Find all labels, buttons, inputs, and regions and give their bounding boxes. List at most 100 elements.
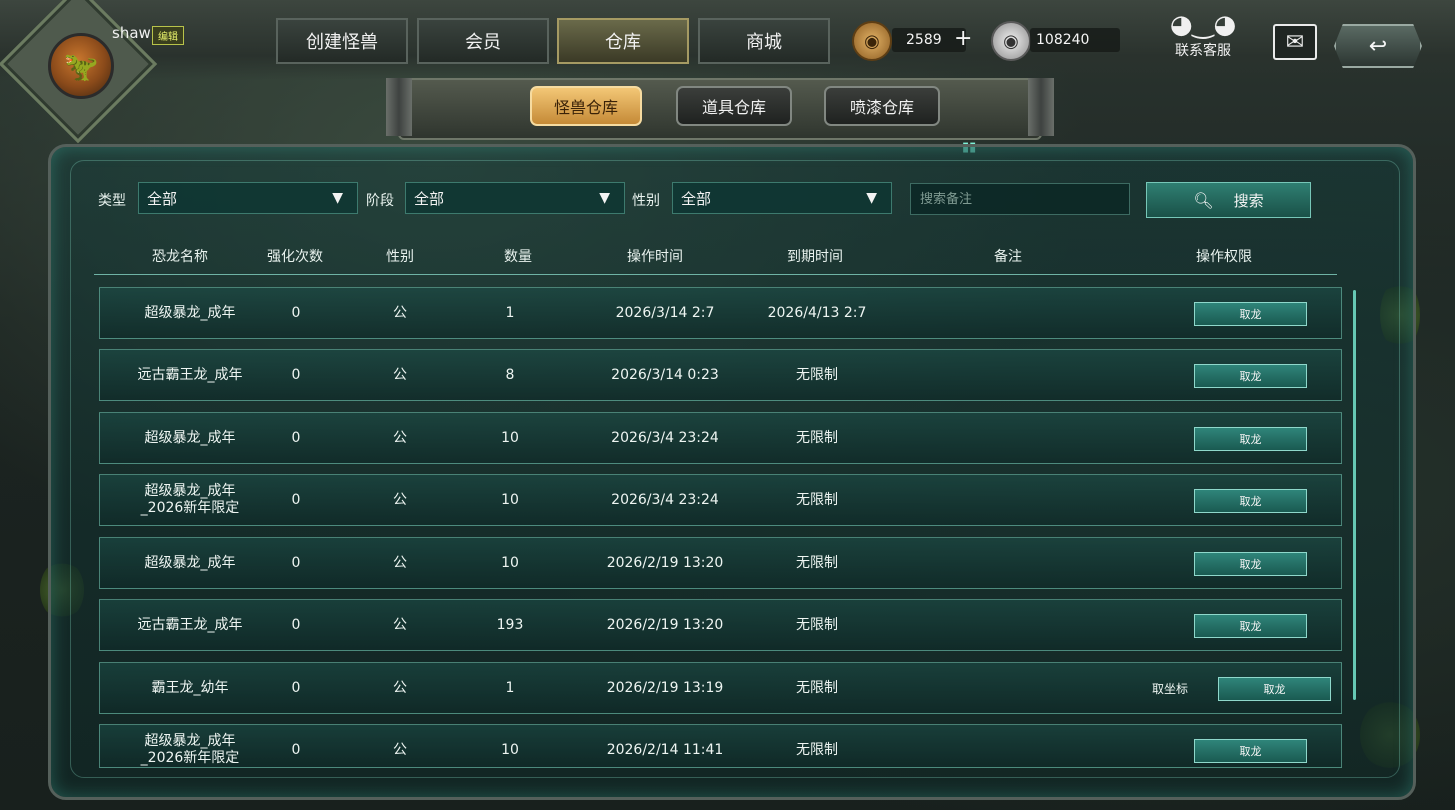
expire-time: 无限制: [796, 429, 838, 446]
take-dino-button[interactable]: 取龙: [1194, 364, 1307, 388]
quantity: 10: [501, 429, 519, 446]
dino-name: 霸王龙_幼年: [151, 679, 229, 696]
note: [960, 475, 1060, 525]
column-header-action: 操作权限: [1196, 249, 1252, 265]
gender: 公: [393, 429, 407, 446]
get-coordinates-link[interactable]: 取坐标: [1152, 663, 1188, 713]
search-button-label: 搜索: [1233, 191, 1264, 210]
quantity: 10: [501, 741, 519, 758]
bar-cap-right: [1028, 78, 1054, 136]
table-row: 远古霸王龙_成年 0 公 8 2026/3/14 0:23 无限制 取龙: [99, 349, 1342, 401]
username: shaw: [112, 24, 151, 42]
enhance-count: 0: [291, 429, 301, 446]
nav-tab-create-monster[interactable]: 创建怪兽: [276, 18, 408, 64]
take-dino-button[interactable]: 取龙: [1194, 739, 1307, 763]
t-rex-avatar-icon: 🦖: [63, 49, 99, 83]
expire-time: 无限制: [796, 616, 838, 633]
tab-item-warehouse[interactable]: 道具仓库: [676, 86, 792, 126]
op-time: 2026/2/19 13:20: [606, 554, 724, 571]
column-header-quantity: 数量: [504, 249, 532, 265]
enhance-count: 0: [291, 366, 301, 383]
gender: 公: [393, 304, 407, 321]
dino-name: 超级暴龙_成年: [144, 554, 236, 571]
note: [960, 600, 1060, 650]
table-row: 超级暴龙_成年 0 公 10 2026/3/4 23:24 无限制 取龙: [99, 412, 1342, 464]
column-header-gender: 性别: [386, 249, 414, 265]
tab-paint-warehouse[interactable]: 喷漆仓库: [824, 86, 940, 126]
search-icon: 🔍︎: [1193, 190, 1214, 210]
quantity: 193: [496, 616, 524, 633]
caret-down-icon: ▼: [332, 190, 343, 206]
dino-name: 超级暴龙_成年: [144, 304, 236, 321]
note: [960, 538, 1060, 588]
take-dino-button[interactable]: 取龙: [1194, 489, 1307, 513]
caret-down-icon: ▼: [599, 190, 610, 206]
take-dino-button[interactable]: 取龙: [1194, 552, 1307, 576]
table-row: 超级暴龙_成年 0 公 10 2026/2/19 13:20 无限制 取龙: [99, 537, 1342, 589]
gender: 公: [393, 616, 407, 633]
column-header-expire: 到期时间: [787, 249, 843, 265]
column-header-name: 恐龙名称: [152, 249, 208, 265]
stage-filter-value: 全部: [414, 189, 445, 208]
table-row: 霸王龙_幼年 0 公 1 2026/2/19 13:19 无限制 取坐标 取龙: [99, 662, 1342, 714]
enhance-count: 0: [291, 616, 301, 633]
take-dino-button[interactable]: 取龙: [1194, 614, 1307, 638]
type-filter-label: 类型: [98, 193, 126, 209]
search-button[interactable]: 🔍︎ 搜索: [1146, 182, 1311, 218]
nav-tab-warehouse[interactable]: 仓库: [557, 18, 689, 64]
dino-name: 远古霸王龙_成年: [137, 366, 243, 383]
mail-button[interactable]: ✉: [1273, 24, 1317, 60]
note: [960, 288, 1060, 338]
dino-name: 超级暴龙_成年_2026新年限定: [140, 733, 240, 766]
tab-monster-warehouse[interactable]: 怪兽仓库: [530, 86, 642, 126]
quantity: 1: [505, 679, 515, 696]
dino-name: 超级暴龙_成年_2026新年限定: [140, 483, 240, 516]
enhance-count: 0: [291, 304, 301, 321]
gender: 公: [393, 491, 407, 508]
quantity: 1: [505, 304, 515, 321]
stage-filter-label: 阶段: [366, 193, 394, 209]
take-dino-button[interactable]: 取龙: [1218, 677, 1331, 701]
support-button[interactable]: ◕‿◕ 联系客服: [1168, 10, 1238, 60]
table-row: 远古霸王龙_成年 0 公 193 2026/2/19 13:20 无限制 取龙: [99, 599, 1342, 651]
silver-balance: 108240: [1030, 28, 1120, 52]
header-divider: [94, 274, 1337, 275]
note: [960, 413, 1060, 463]
expire-time: 无限制: [796, 679, 838, 696]
nav-tab-shop[interactable]: 商城: [698, 18, 830, 64]
note: [960, 350, 1060, 400]
avatar[interactable]: 🦖: [48, 33, 114, 99]
back-button[interactable]: ↩: [1334, 24, 1422, 68]
silver-dino-coin-icon: ◉: [991, 21, 1031, 61]
table-scrollbar[interactable]: [1353, 290, 1356, 700]
table-row: 超级暴龙_成年 0 公 1 2026/3/14 2:7 2026/4/13 2:…: [99, 287, 1342, 339]
gender-filter-label: 性别: [632, 193, 660, 209]
quantity: 8: [505, 366, 515, 383]
enhance-count: 0: [291, 554, 301, 571]
type-filter-value: 全部: [147, 189, 178, 208]
op-time: 2026/2/19 13:19: [606, 679, 724, 696]
nav-tab-membership[interactable]: 会员: [417, 18, 549, 64]
expire-time: 2026/4/13 2:7: [767, 304, 867, 321]
take-dino-button[interactable]: 取龙: [1194, 427, 1307, 451]
note-search-input[interactable]: [910, 183, 1130, 215]
quantity: 10: [501, 554, 519, 571]
edit-name-button[interactable]: 编辑: [152, 26, 184, 45]
note: [960, 725, 1060, 767]
note: [960, 663, 1060, 713]
type-filter-select[interactable]: 全部 ▼: [138, 182, 358, 214]
gender: 公: [393, 679, 407, 696]
take-dino-button[interactable]: 取龙: [1194, 302, 1307, 326]
dino-name: 超级暴龙_成年: [144, 429, 236, 446]
gender: 公: [393, 366, 407, 383]
column-header-enhance: 强化次数: [267, 249, 323, 265]
op-time: 2026/3/4 23:24: [611, 491, 719, 508]
op-time: 2026/3/14 2:7: [615, 304, 715, 321]
bar-cap-left: [386, 78, 412, 136]
gender-filter-select[interactable]: 全部 ▼: [672, 182, 892, 214]
enhance-count: 0: [291, 679, 301, 696]
expire-time: 无限制: [796, 366, 838, 383]
mail-icon: ✉: [1285, 29, 1305, 55]
stage-filter-select[interactable]: 全部 ▼: [405, 182, 625, 214]
plus-icon[interactable]: +: [954, 26, 972, 52]
